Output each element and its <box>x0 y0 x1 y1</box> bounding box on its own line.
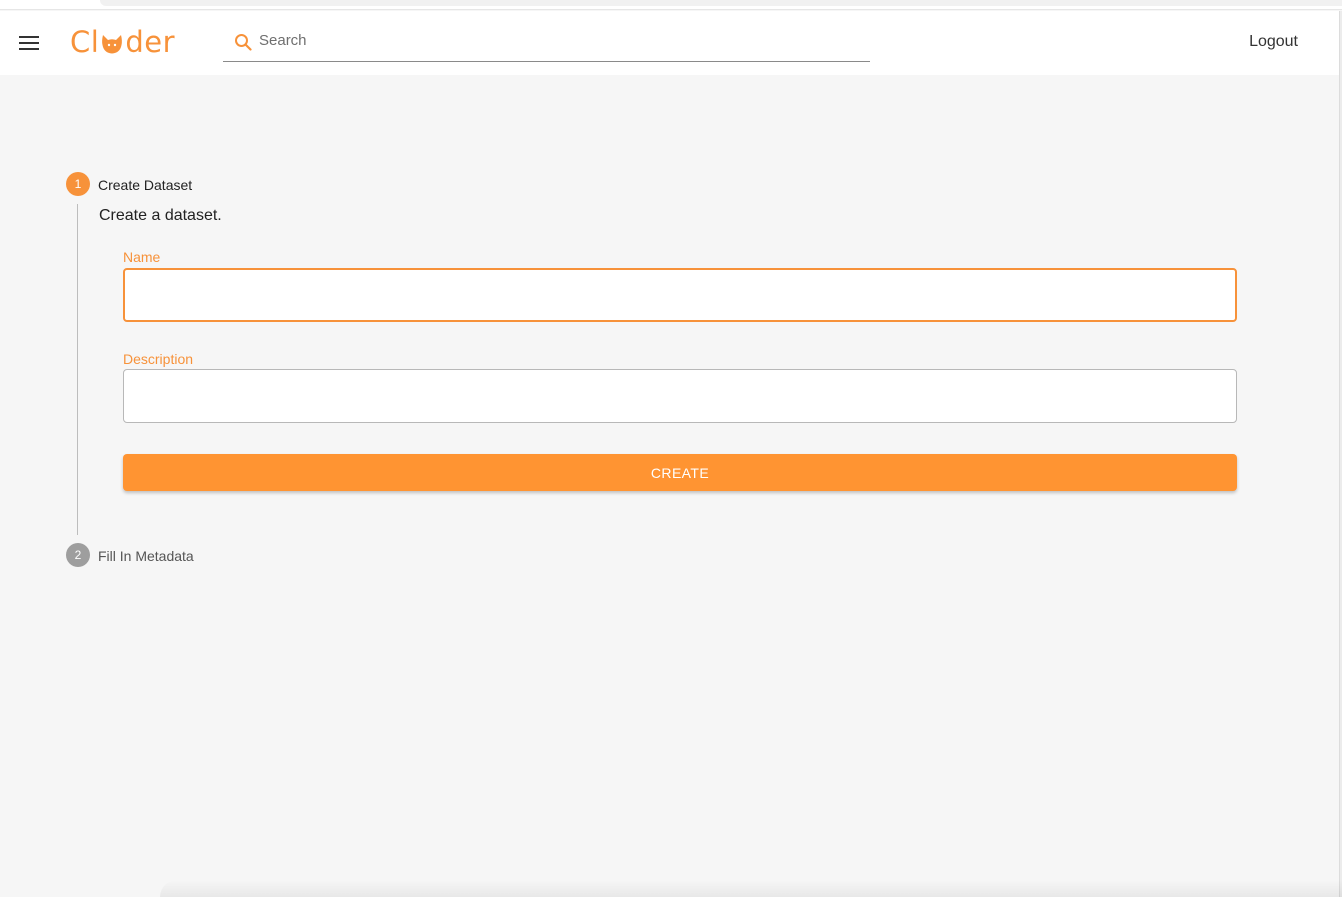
step-1-label[interactable]: Create Dataset <box>98 177 192 193</box>
browser-tab-bar <box>100 0 1342 6</box>
page: Cl der Logout 1 Create Dataset Create a … <box>0 0 1342 897</box>
step-2-number: 2 <box>66 543 90 567</box>
name-field-label: Name <box>123 249 161 265</box>
step-2-label[interactable]: Fill In Metadata <box>98 548 194 564</box>
step-connector-line <box>77 204 78 535</box>
description-field-label: Description <box>123 351 194 367</box>
search-bar[interactable] <box>223 25 870 62</box>
hamburger-menu-icon[interactable] <box>19 36 39 50</box>
search-icon <box>235 34 252 51</box>
logo-text-left: Cl <box>70 25 100 59</box>
step-1-number: 1 <box>66 172 90 196</box>
name-field[interactable] <box>123 268 1237 322</box>
bottom-shadow <box>160 880 1342 897</box>
logout-button[interactable]: Logout <box>1249 33 1298 51</box>
app-header: Cl der Logout <box>0 11 1342 75</box>
create-button[interactable]: CREATE <box>123 454 1237 491</box>
search-input[interactable] <box>259 29 859 51</box>
cat-face-icon <box>102 35 123 54</box>
description-field[interactable] <box>123 369 1237 423</box>
logo-text-right: der <box>125 25 175 59</box>
step-description: Create a dataset. <box>99 207 222 224</box>
browser-top-strip <box>0 0 1342 10</box>
clowder-logo[interactable]: Cl der <box>70 24 175 60</box>
